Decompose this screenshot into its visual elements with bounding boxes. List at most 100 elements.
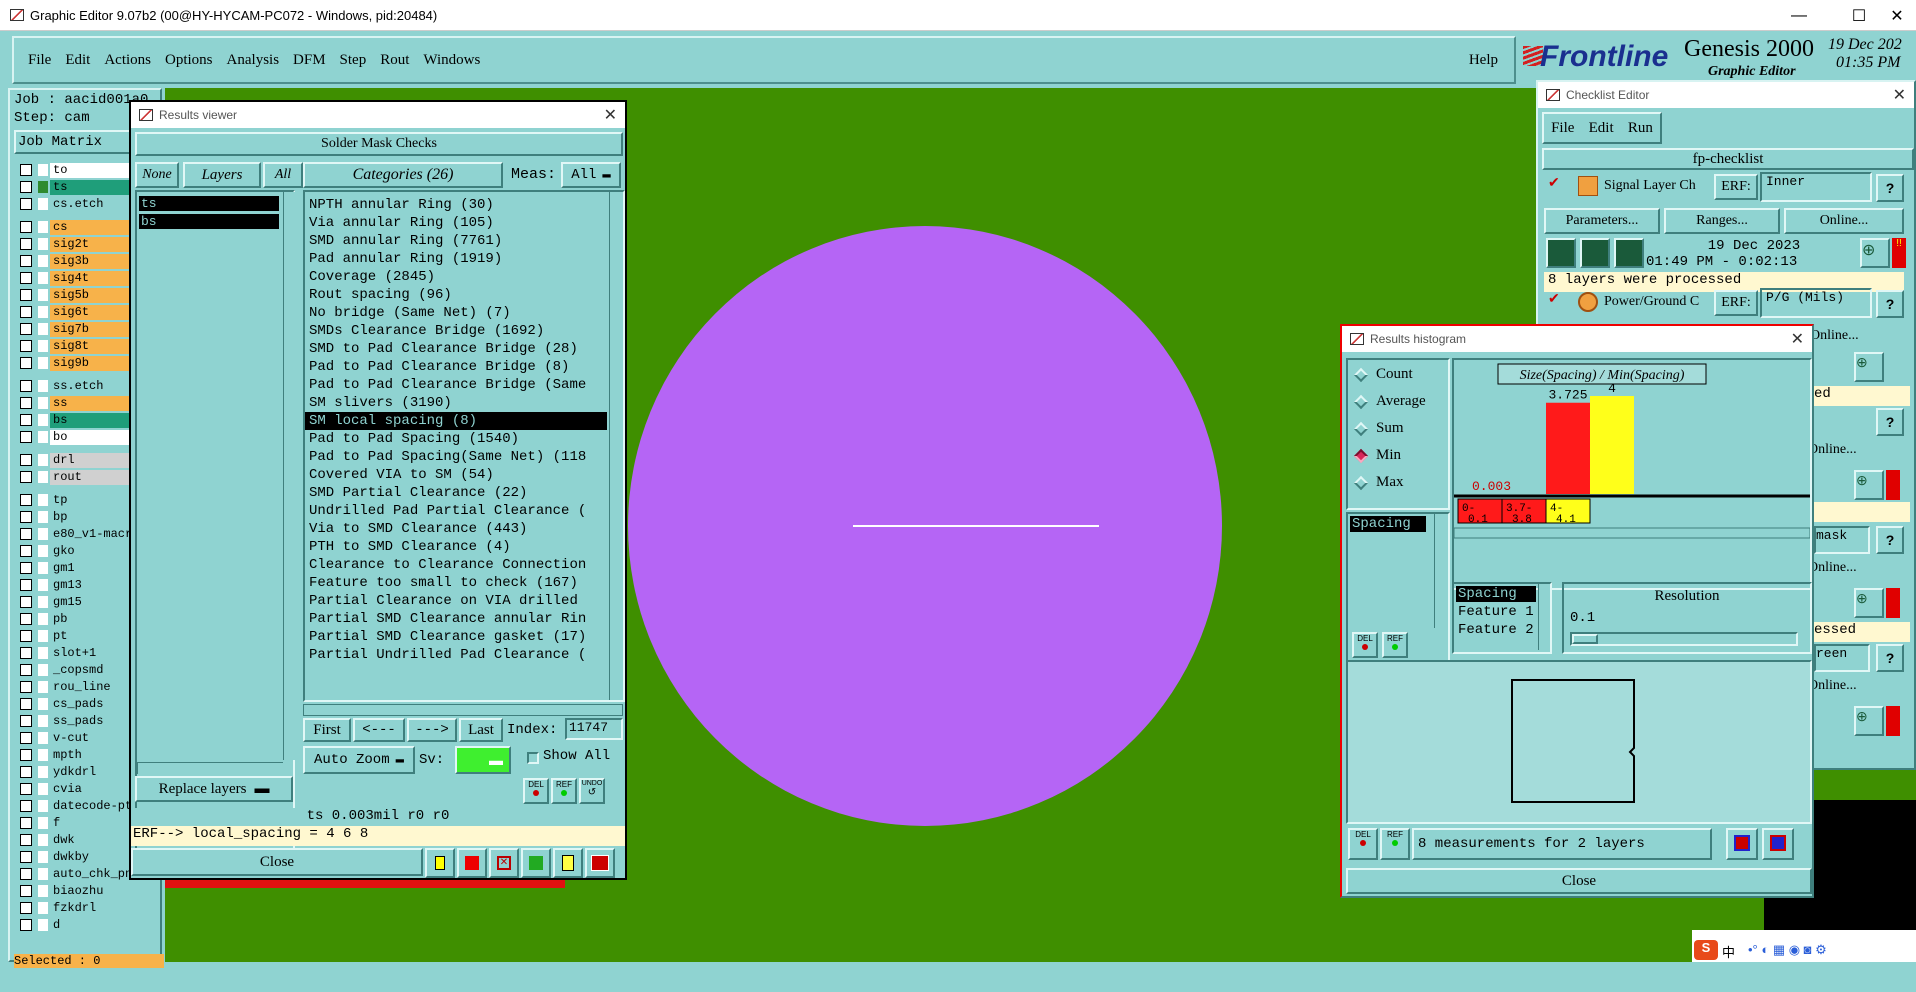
category-item[interactable]: Partial SMD Clearance gasket (17)	[305, 628, 607, 646]
menu-rout[interactable]: Rout	[380, 52, 409, 69]
help-icon[interactable]: ?	[1876, 644, 1904, 672]
layer-row[interactable]: biaozhu	[14, 883, 132, 899]
layer-row[interactable]: ss	[14, 395, 132, 411]
layer-checkbox[interactable]	[20, 238, 32, 250]
tray-chinese-icon[interactable]: 中	[1722, 942, 1735, 961]
layer-checkbox[interactable]	[20, 851, 32, 863]
category-item[interactable]: SMDs Clearance Bridge (1692)	[305, 322, 607, 340]
category-item[interactable]: Coverage (2845)	[305, 268, 607, 286]
category-item[interactable]: Feature too small to check (167)	[305, 574, 607, 592]
layer-checkbox[interactable]	[20, 817, 32, 829]
layer-row[interactable]: cs_pads	[14, 696, 132, 712]
layer-row[interactable]: sig9b	[14, 355, 132, 371]
layer-checkbox[interactable]	[20, 868, 32, 880]
ref-icon[interactable]: REF	[1380, 828, 1410, 860]
menu-options[interactable]: Options	[165, 52, 213, 69]
layer-row[interactable]: v-cut	[14, 730, 132, 746]
zoom-icon[interactable]: ⊕	[1854, 352, 1884, 382]
menu-dfm[interactable]: DFM	[293, 52, 326, 69]
field-list-scrollbar[interactable]	[1434, 514, 1446, 628]
erf-value[interactable]: reen	[1814, 644, 1870, 672]
layer-row[interactable]: gm1	[14, 560, 132, 576]
help-icon[interactable]: ?	[1876, 290, 1904, 318]
layer-row[interactable]: sig7b	[14, 321, 132, 337]
layer-checkbox[interactable]	[20, 664, 32, 676]
layer-checkbox[interactable]	[20, 919, 32, 931]
last-button[interactable]: Last	[459, 718, 503, 742]
category-item[interactable]: SMD to Pad Clearance Bridge (28)	[305, 340, 607, 358]
layer-checkbox[interactable]	[20, 323, 32, 335]
layer-checkbox[interactable]	[20, 272, 32, 284]
run-icon[interactable]	[1614, 238, 1644, 268]
category-item[interactable]: NPTH annular Ring (30)	[305, 196, 607, 214]
layer-checkbox[interactable]	[20, 494, 32, 506]
ref-icon[interactable]: REF	[551, 778, 577, 804]
zoom-icon[interactable]: ⊕	[1860, 238, 1890, 268]
menu-step[interactable]: Step	[340, 52, 367, 69]
layer-list-scrollbar[interactable]	[283, 192, 295, 760]
check-icon[interactable]: ✔	[1548, 290, 1560, 307]
layer-checkbox[interactable]	[20, 164, 32, 176]
layer-checkbox[interactable]	[20, 749, 32, 761]
menu-edit[interactable]: Edit	[65, 52, 90, 69]
menu-help[interactable]: Help	[1469, 52, 1498, 69]
layer-checkbox[interactable]	[20, 766, 32, 778]
histogram-close-button[interactable]: Close	[1346, 868, 1812, 894]
layer-checkbox[interactable]	[20, 357, 32, 369]
layer-checkbox[interactable]	[20, 528, 32, 540]
help-icon[interactable]: ?	[1876, 408, 1904, 436]
checklist-menu-file[interactable]: File	[1551, 120, 1574, 137]
layer-checkbox[interactable]	[20, 681, 32, 693]
category-item[interactable]: Partial Clearance on VIA drilled	[305, 592, 607, 610]
layer-row[interactable]: tp	[14, 492, 132, 508]
radio-icon[interactable]	[1353, 475, 1369, 490]
zoom-icon[interactable]: ⊕	[1854, 588, 1884, 618]
category-item[interactable]: Covered VIA to SM (54)	[305, 466, 607, 484]
layer-row[interactable]: bs	[14, 412, 132, 428]
layer-checkbox[interactable]	[20, 613, 32, 625]
layer-checkbox[interactable]	[20, 454, 32, 466]
layer-row[interactable]: bo	[14, 429, 132, 445]
erf-button[interactable]: ERF:	[1714, 290, 1758, 316]
layer-row[interactable]: datecode-pt	[14, 798, 132, 814]
feature-list-scrollbar[interactable]	[1538, 584, 1550, 650]
show-all-checkbox[interactable]	[527, 752, 539, 764]
function-option-average[interactable]: Average	[1350, 393, 1426, 410]
layer-row[interactable]: pt	[14, 628, 132, 644]
layer-row[interactable]: cvia	[14, 781, 132, 797]
layer-row[interactable]: e80_v1-macro	[14, 526, 132, 542]
select-none-button[interactable]: None	[135, 162, 179, 188]
erf-button[interactable]: ERF:	[1714, 174, 1758, 200]
layer-checkbox[interactable]	[20, 414, 32, 426]
field-item[interactable]: Spacing	[1350, 516, 1426, 532]
job-matrix-button[interactable]: Job Matrix	[14, 130, 138, 154]
layer-row[interactable]: auto_chk_pn	[14, 866, 132, 882]
close-icon[interactable]: ✕	[1791, 329, 1804, 349]
radio-icon[interactable]	[1353, 421, 1369, 436]
feature-item[interactable]: Feature 2	[1456, 622, 1534, 638]
layer-row[interactable]: to	[14, 162, 132, 178]
del-icon[interactable]: DEL	[523, 778, 549, 804]
layer-checkbox[interactable]	[20, 834, 32, 846]
undo-icon[interactable]: UNDO ↺	[579, 778, 605, 804]
categories-hscrollbar[interactable]	[303, 704, 623, 716]
function-option-sum[interactable]: Sum	[1350, 420, 1404, 437]
result-layer-item[interactable]: ts	[139, 196, 279, 211]
histogram-icon[interactable]	[585, 848, 615, 878]
chart-icon-3[interactable]: ✕	[489, 848, 519, 878]
layer-checkbox[interactable]	[20, 902, 32, 914]
layer-row[interactable]: _copsmd	[14, 662, 132, 678]
layer-checkbox[interactable]	[20, 181, 32, 193]
online-button[interactable]: Online...	[1810, 328, 1910, 354]
layer-list-hscrollbar[interactable]	[137, 762, 283, 774]
layer-checkbox[interactable]	[20, 511, 32, 523]
result-layer-item[interactable]: bs	[139, 214, 279, 229]
layer-row[interactable]: ts	[14, 179, 132, 195]
online-button[interactable]: Online...	[1808, 442, 1908, 468]
run-icon[interactable]	[1580, 238, 1610, 268]
import-icon[interactable]	[1762, 828, 1794, 860]
layer-row[interactable]: sig6t	[14, 304, 132, 320]
category-item[interactable]: PTH to SMD Clearance (4)	[305, 538, 607, 556]
layer-checkbox[interactable]	[20, 545, 32, 557]
close-window-button[interactable]: ✕	[1874, 0, 1916, 31]
